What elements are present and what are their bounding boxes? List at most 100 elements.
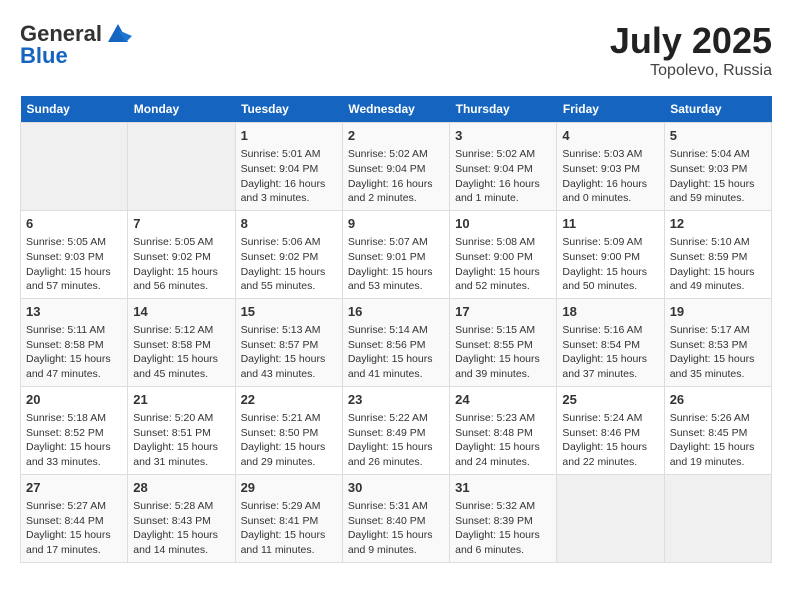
calendar-cell: 6 Sunrise: 5:05 AMSunset: 9:03 PMDaylight… [21, 210, 128, 298]
calendar-cell: 24 Sunrise: 5:23 AMSunset: 8:48 PMDayligh… [450, 386, 557, 474]
day-number: 27 [26, 479, 122, 497]
calendar-week-row: 1 Sunrise: 5:01 AMSunset: 9:04 PMDaylight… [21, 123, 772, 211]
calendar-cell: 17 Sunrise: 5:15 AMSunset: 8:55 PMDayligh… [450, 298, 557, 386]
day-number: 31 [455, 479, 551, 497]
day-number: 29 [241, 479, 337, 497]
column-header-friday: Friday [557, 96, 664, 123]
day-info: Sunrise: 5:23 AMSunset: 8:48 PMDaylight:… [455, 411, 551, 470]
day-number: 14 [133, 303, 229, 321]
day-number: 13 [26, 303, 122, 321]
day-info: Sunrise: 5:01 AMSunset: 9:04 PMDaylight:… [241, 147, 337, 206]
day-info: Sunrise: 5:29 AMSunset: 8:41 PMDaylight:… [241, 499, 337, 558]
day-number: 6 [26, 215, 122, 233]
column-header-monday: Monday [128, 96, 235, 123]
day-number: 24 [455, 391, 551, 409]
location-subtitle: Topolevo, Russia [610, 62, 772, 80]
day-info: Sunrise: 5:21 AMSunset: 8:50 PMDaylight:… [241, 411, 337, 470]
calendar-cell: 12 Sunrise: 5:10 AMSunset: 8:59 PMDayligh… [664, 210, 771, 298]
column-header-thursday: Thursday [450, 96, 557, 123]
calendar-week-row: 20 Sunrise: 5:18 AMSunset: 8:52 PMDayligh… [21, 386, 772, 474]
day-number: 3 [455, 127, 551, 145]
calendar-cell: 25 Sunrise: 5:24 AMSunset: 8:46 PMDayligh… [557, 386, 664, 474]
column-header-sunday: Sunday [21, 96, 128, 123]
calendar-table: SundayMondayTuesdayWednesdayThursdayFrid… [20, 96, 772, 563]
day-number: 17 [455, 303, 551, 321]
day-number: 2 [348, 127, 444, 145]
calendar-cell: 9 Sunrise: 5:07 AMSunset: 9:01 PMDaylight… [342, 210, 449, 298]
day-number: 21 [133, 391, 229, 409]
month-year-title: July 2025 [610, 20, 772, 62]
day-info: Sunrise: 5:13 AMSunset: 8:57 PMDaylight:… [241, 323, 337, 382]
day-number: 4 [562, 127, 658, 145]
day-info: Sunrise: 5:08 AMSunset: 9:00 PMDaylight:… [455, 235, 551, 294]
day-number: 9 [348, 215, 444, 233]
calendar-week-row: 27 Sunrise: 5:27 AMSunset: 8:44 PMDayligh… [21, 474, 772, 562]
logo-icon [104, 20, 132, 48]
day-number: 5 [670, 127, 766, 145]
calendar-cell: 26Sunrise: 5:26 AMSunset: 8:45 PMDayligh… [664, 386, 771, 474]
day-info: Sunrise: 5:20 AMSunset: 8:51 PMDaylight:… [133, 411, 229, 470]
calendar-cell: 10 Sunrise: 5:08 AMSunset: 9:00 PMDayligh… [450, 210, 557, 298]
calendar-cell: 29 Sunrise: 5:29 AMSunset: 8:41 PMDayligh… [235, 474, 342, 562]
calendar-cell: 2 Sunrise: 5:02 AMSunset: 9:04 PMDaylight… [342, 123, 449, 211]
day-number: 20 [26, 391, 122, 409]
calendar-cell [664, 474, 771, 562]
day-info: Sunrise: 5:02 AMSunset: 9:04 PMDaylight:… [455, 147, 551, 206]
day-info: Sunrise: 5:32 AMSunset: 8:39 PMDaylight:… [455, 499, 551, 558]
calendar-header-row: SundayMondayTuesdayWednesdayThursdayFrid… [21, 96, 772, 123]
day-number: 23 [348, 391, 444, 409]
day-number: 1 [241, 127, 337, 145]
calendar-week-row: 6 Sunrise: 5:05 AMSunset: 9:03 PMDaylight… [21, 210, 772, 298]
day-info: Sunrise: 5:16 AMSunset: 8:54 PMDaylight:… [562, 323, 658, 382]
calendar-cell: 22Sunrise: 5:21 AMSunset: 8:50 PMDayligh… [235, 386, 342, 474]
calendar-cell: 27 Sunrise: 5:27 AMSunset: 8:44 PMDayligh… [21, 474, 128, 562]
day-number: 30 [348, 479, 444, 497]
calendar-cell: 8Sunrise: 5:06 AMSunset: 9:02 PMDaylight… [235, 210, 342, 298]
day-number: 15 [241, 303, 337, 321]
day-info: Sunrise: 5:15 AMSunset: 8:55 PMDaylight:… [455, 323, 551, 382]
day-number: 11 [562, 215, 658, 233]
page-header: General Blue July 2025 Topolevo, Russia [20, 20, 772, 80]
day-number: 10 [455, 215, 551, 233]
day-number: 19 [670, 303, 766, 321]
day-info: Sunrise: 5:10 AMSunset: 8:59 PMDaylight:… [670, 235, 766, 294]
day-info: Sunrise: 5:05 AMSunset: 9:03 PMDaylight:… [26, 235, 122, 294]
day-info: Sunrise: 5:12 AMSunset: 8:58 PMDaylight:… [133, 323, 229, 382]
day-info: Sunrise: 5:11 AMSunset: 8:58 PMDaylight:… [26, 323, 122, 382]
day-info: Sunrise: 5:24 AMSunset: 8:46 PMDaylight:… [562, 411, 658, 470]
calendar-cell: 14 Sunrise: 5:12 AMSunset: 8:58 PMDayligh… [128, 298, 235, 386]
calendar-cell: 23 Sunrise: 5:22 AMSunset: 8:49 PMDayligh… [342, 386, 449, 474]
day-info: Sunrise: 5:07 AMSunset: 9:01 PMDaylight:… [348, 235, 444, 294]
calendar-week-row: 13 Sunrise: 5:11 AMSunset: 8:58 PMDayligh… [21, 298, 772, 386]
calendar-cell: 18 Sunrise: 5:16 AMSunset: 8:54 PMDayligh… [557, 298, 664, 386]
column-header-tuesday: Tuesday [235, 96, 342, 123]
calendar-cell: 11 Sunrise: 5:09 AMSunset: 9:00 PMDayligh… [557, 210, 664, 298]
day-number: 18 [562, 303, 658, 321]
calendar-cell: 30Sunrise: 5:31 AMSunset: 8:40 PMDayligh… [342, 474, 449, 562]
day-number: 7 [133, 215, 229, 233]
calendar-cell: 20 Sunrise: 5:18 AMSunset: 8:52 PMDayligh… [21, 386, 128, 474]
calendar-cell: 16Sunrise: 5:14 AMSunset: 8:56 PMDayligh… [342, 298, 449, 386]
day-number: 16 [348, 303, 444, 321]
calendar-cell: 15 Sunrise: 5:13 AMSunset: 8:57 PMDayligh… [235, 298, 342, 386]
day-number: 12 [670, 215, 766, 233]
calendar-cell: 3 Sunrise: 5:02 AMSunset: 9:04 PMDaylight… [450, 123, 557, 211]
column-header-saturday: Saturday [664, 96, 771, 123]
calendar-cell [557, 474, 664, 562]
day-info: Sunrise: 5:02 AMSunset: 9:04 PMDaylight:… [348, 147, 444, 206]
day-info: Sunrise: 5:27 AMSunset: 8:44 PMDaylight:… [26, 499, 122, 558]
day-info: Sunrise: 5:05 AMSunset: 9:02 PMDaylight:… [133, 235, 229, 294]
title-block: July 2025 Topolevo, Russia [610, 20, 772, 80]
day-number: 8 [241, 215, 337, 233]
day-info: Sunrise: 5:22 AMSunset: 8:49 PMDaylight:… [348, 411, 444, 470]
day-number: 26 [670, 391, 766, 409]
day-number: 28 [133, 479, 229, 497]
column-header-wednesday: Wednesday [342, 96, 449, 123]
day-info: Sunrise: 5:17 AMSunset: 8:53 PMDaylight:… [670, 323, 766, 382]
day-info: Sunrise: 5:09 AMSunset: 9:00 PMDaylight:… [562, 235, 658, 294]
day-info: Sunrise: 5:18 AMSunset: 8:52 PMDaylight:… [26, 411, 122, 470]
calendar-cell: 4Sunrise: 5:03 AMSunset: 9:03 PMDaylight… [557, 123, 664, 211]
day-info: Sunrise: 5:04 AMSunset: 9:03 PMDaylight:… [670, 147, 766, 206]
calendar-cell: 7 Sunrise: 5:05 AMSunset: 9:02 PMDaylight… [128, 210, 235, 298]
day-number: 25 [562, 391, 658, 409]
